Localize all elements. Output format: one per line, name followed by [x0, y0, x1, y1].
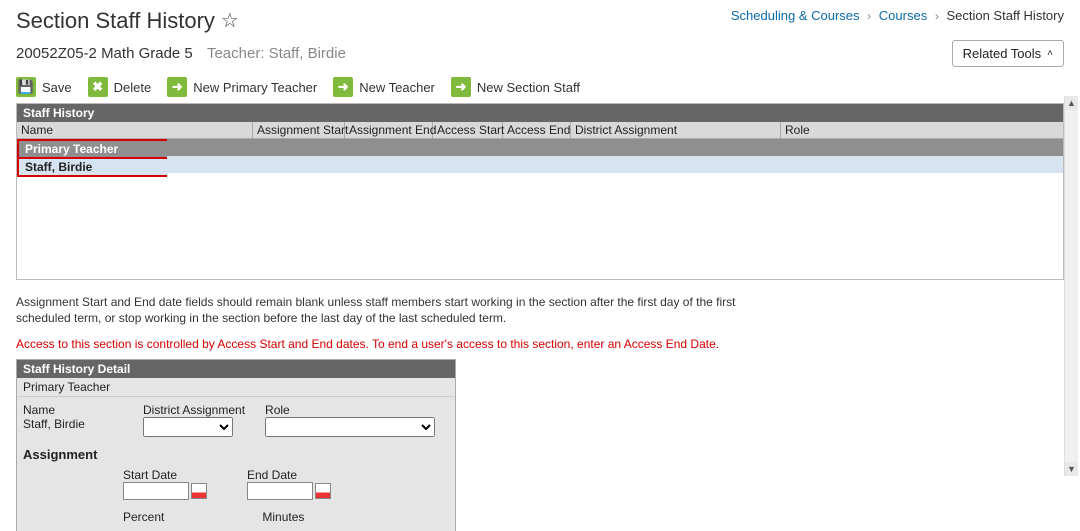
district-assignment-select[interactable] [143, 417, 233, 437]
favorite-star-icon[interactable]: ☆ [221, 11, 239, 31]
group-header-primary-teacher[interactable]: Primary Teacher [17, 139, 167, 159]
save-icon: 💾 [16, 77, 36, 97]
breadcrumb: Scheduling & Courses › Courses › Section… [731, 8, 1064, 23]
name-value: Staff, Birdie [23, 417, 123, 431]
teacher-label: Teacher: Staff, Birdie [207, 45, 346, 62]
detail-subtitle: Primary Teacher [17, 378, 455, 397]
save-label: Save [42, 80, 72, 95]
chevron-up-icon: ˄ [1047, 48, 1053, 59]
col-assignment-end[interactable]: Assignment End [345, 122, 433, 138]
col-assignment-start[interactable]: Assignment Start [253, 122, 345, 138]
staff-history-detail-panel: Staff History Detail Primary Teacher Nam… [16, 359, 456, 531]
start-date-input[interactable] [123, 482, 189, 500]
page-scrollbar[interactable]: ▲ ▼ [1064, 96, 1078, 476]
related-tools-label: Related Tools [963, 46, 1042, 61]
delete-icon: ✖ [88, 77, 108, 97]
role-select[interactable] [265, 417, 435, 437]
district-assignment-label: District Assignment [143, 403, 245, 417]
chevron-right-icon: › [935, 9, 939, 23]
end-date-label: End Date [247, 468, 331, 482]
staff-history-grid: Staff History Name Assignment Start Assi… [16, 103, 1064, 280]
col-district-assignment[interactable]: District Assignment [571, 122, 781, 138]
new-primary-label: New Primary Teacher [193, 80, 317, 95]
page-title: Section Staff History [16, 8, 215, 34]
calendar-icon[interactable] [315, 483, 331, 499]
grid-body[interactable]: Primary Teacher Staff, Birdie [17, 139, 1063, 279]
col-role[interactable]: Role [781, 122, 1063, 138]
col-name[interactable]: Name [17, 122, 253, 138]
col-access-end[interactable]: Access End [503, 122, 571, 138]
assignment-header: Assignment [23, 447, 449, 462]
new-staff-label: New Section Staff [477, 80, 580, 95]
arrow-right-icon: ➜ [451, 77, 471, 97]
breadcrumb-link-courses[interactable]: Courses [879, 8, 927, 23]
minutes-label: Minutes [262, 510, 304, 524]
new-section-staff-button[interactable]: ➜ New Section Staff [451, 77, 580, 97]
detail-title: Staff History Detail [17, 360, 455, 378]
start-date-label: Start Date [123, 468, 207, 482]
scroll-up-icon[interactable]: ▲ [1065, 96, 1078, 110]
help-text-access: Access to this section is controlled by … [16, 336, 736, 352]
name-label: Name [23, 403, 123, 417]
scroll-down-icon[interactable]: ▼ [1065, 462, 1078, 476]
end-date-input[interactable] [247, 482, 313, 500]
role-label: Role [265, 403, 435, 417]
percent-label: Percent [123, 510, 164, 524]
col-access-start[interactable]: Access Start [433, 122, 503, 138]
breadcrumb-current: Section Staff History [946, 8, 1064, 23]
chevron-right-icon: › [867, 9, 871, 23]
related-tools-button[interactable]: Related Tools ˄ [952, 40, 1064, 67]
new-teacher-button[interactable]: ➜ New Teacher [333, 77, 435, 97]
new-primary-teacher-button[interactable]: ➜ New Primary Teacher [167, 77, 317, 97]
grid-header-row: Name Assignment Start Assignment End Acc… [17, 122, 1063, 139]
delete-button[interactable]: ✖ Delete [88, 77, 152, 97]
arrow-right-icon: ➜ [333, 77, 353, 97]
breadcrumb-link-scheduling[interactable]: Scheduling & Courses [731, 8, 860, 23]
course-identifier: 20052Z05-2 Math Grade 5 [16, 45, 193, 62]
new-teacher-label: New Teacher [359, 80, 435, 95]
delete-label: Delete [114, 80, 152, 95]
calendar-icon[interactable] [191, 483, 207, 499]
save-button[interactable]: 💾 Save [16, 77, 72, 97]
arrow-right-icon: ➜ [167, 77, 187, 97]
table-row[interactable]: Staff, Birdie [17, 159, 167, 177]
grid-title: Staff History [17, 104, 1063, 122]
help-text-assignment: Assignment Start and End date fields sho… [16, 294, 736, 326]
